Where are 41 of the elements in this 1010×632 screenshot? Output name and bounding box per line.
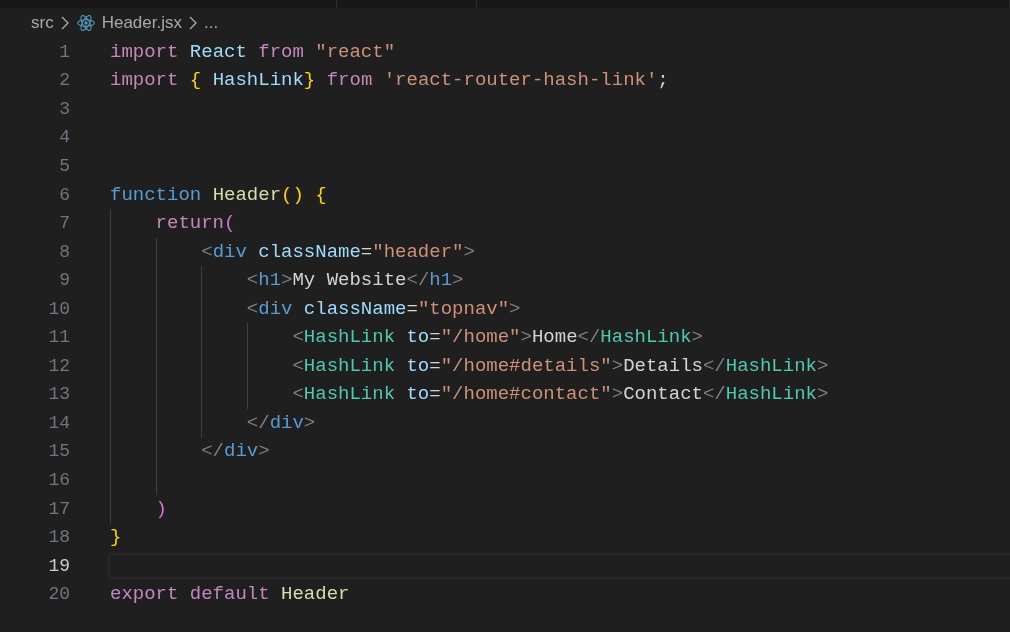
breadcrumb-more[interactable]: ... — [204, 10, 219, 36]
line-number: 7 — [58, 212, 70, 236]
chevron-icon — [188, 16, 198, 30]
line-number: 1 — [58, 40, 70, 64]
code-line: <div className="header"> — [200, 242, 475, 262]
code-line: import { HashLink} from 'react-router-hash-link'; — [110, 71, 669, 91]
line-number: 4 — [58, 126, 70, 150]
code-line: <HashLink to="/home">Home</HashLink> — [291, 328, 703, 348]
atom-icon — [75, 13, 96, 33]
code-line: function Header() { — [110, 185, 327, 205]
line-number: 18 — [47, 526, 70, 550]
line-number: 13 — [47, 383, 70, 407]
code-line: <HashLink to="/home#contact">Contact</HashLink> — [291, 385, 829, 405]
code-line: ) — [154, 499, 167, 519]
code-line: export default Header — [110, 585, 350, 605]
line-number: 11 — [47, 326, 70, 350]
line-number: 16 — [47, 468, 70, 492]
line-number: 14 — [47, 411, 70, 435]
line-number: 2 — [58, 69, 70, 93]
chevron-icon — [59, 16, 70, 30]
code-line: <h1>My Website</h1> — [245, 271, 464, 291]
code-line: } — [110, 528, 122, 548]
line-number: 20 — [47, 583, 70, 607]
line-number: 10 — [47, 297, 70, 321]
line-number: 3 — [58, 97, 70, 121]
line-number: 9 — [58, 269, 70, 293]
line-number: 6 — [58, 183, 70, 207]
code-line: import React from "react" — [110, 42, 396, 62]
code-line: <HashLink to="/home#details">Details</HashLink> — [291, 356, 829, 376]
breadcrumb-item[interactable]: Header.jsx — [101, 10, 182, 36]
line-number: 12 — [47, 354, 70, 378]
line-number: 15 — [47, 440, 70, 464]
line-number: 8 — [58, 240, 70, 264]
code-line: return( — [154, 214, 236, 234]
code-line: <div className="topnav"> — [245, 299, 521, 319]
line-number: 19 — [47, 554, 70, 578]
breadcrumb-item[interactable]: src — [31, 10, 54, 36]
code-line: </div> — [200, 442, 270, 462]
line-number: 5 — [58, 154, 70, 178]
line-number: 17 — [47, 497, 70, 521]
code-line: </div> — [245, 413, 316, 433]
